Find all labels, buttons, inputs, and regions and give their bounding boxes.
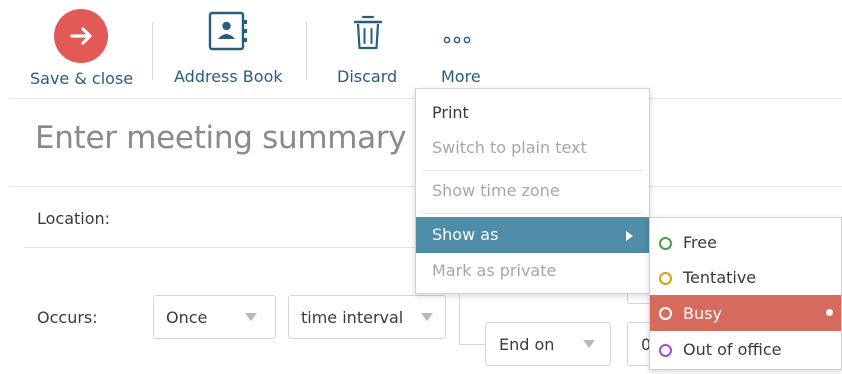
arrow-right-icon [70,27,92,45]
busy-status-icon [659,307,672,320]
interval-select-value: time interval [301,308,404,327]
meeting-summary-input[interactable]: Enter meeting summary [35,120,407,156]
discard-label: Discard [337,67,398,86]
chevron-right-icon [626,231,633,241]
address-book-icon [208,11,247,51]
end-on-select[interactable]: End on [485,322,611,366]
menu-divider [422,170,643,171]
menu-item-label: Print [432,103,469,122]
menu-item-show-as[interactable]: Show as [416,217,649,253]
menu-item-label: Show as [432,225,499,244]
toolbar-divider [306,22,307,80]
menu-item-label: Show time zone [432,181,560,200]
more-menu: Print Switch to plain text Show time zon… [415,88,650,294]
trash-icon [353,15,383,50]
status-option-busy[interactable]: Busy [650,295,841,331]
free-status-icon [659,237,672,250]
occurs-select-value: Once [166,308,208,327]
menu-item-label: Mark as private [432,261,557,280]
menu-divider [422,213,643,214]
menu-item-print[interactable]: Print [416,99,649,127]
tentative-status-icon [659,272,672,285]
menu-item-mark-private[interactable]: Mark as private [416,257,649,285]
occurs-select[interactable]: Once [153,295,276,339]
show-as-submenu: Free Tentative Busy Out of office [649,217,842,370]
interval-select[interactable]: time interval [288,295,446,339]
more-dots-icon [443,36,471,44]
chevron-down-icon [245,313,257,321]
selected-indicator-icon [826,309,833,316]
save-close-circle[interactable] [54,9,108,63]
status-option-label: Out of office [683,340,782,359]
save-close-label: Save & close [30,69,134,88]
more-label: More [441,67,481,86]
status-option-free[interactable]: Free [650,227,841,257]
toolbar-divider [152,22,153,80]
status-option-out-of-office[interactable]: Out of office [650,334,841,364]
chevron-down-icon [583,340,595,348]
menu-item-switch-plain-text[interactable]: Switch to plain text [416,134,649,162]
address-book-label: Address Book [174,67,283,86]
occurs-label: Occurs: [37,308,98,327]
status-option-label: Tentative [683,268,757,287]
connector-line [459,344,485,345]
end-on-select-value: End on [499,335,555,354]
connector-line [459,295,460,345]
status-option-label: Free [683,233,717,252]
chevron-down-icon [421,313,433,321]
location-label: Location: [37,209,111,228]
menu-item-show-time-zone[interactable]: Show time zone [416,177,649,205]
out-of-office-status-icon [659,344,672,357]
menu-item-label: Switch to plain text [432,138,587,157]
status-option-label: Busy [683,304,722,323]
status-option-tentative[interactable]: Tentative [650,262,841,292]
